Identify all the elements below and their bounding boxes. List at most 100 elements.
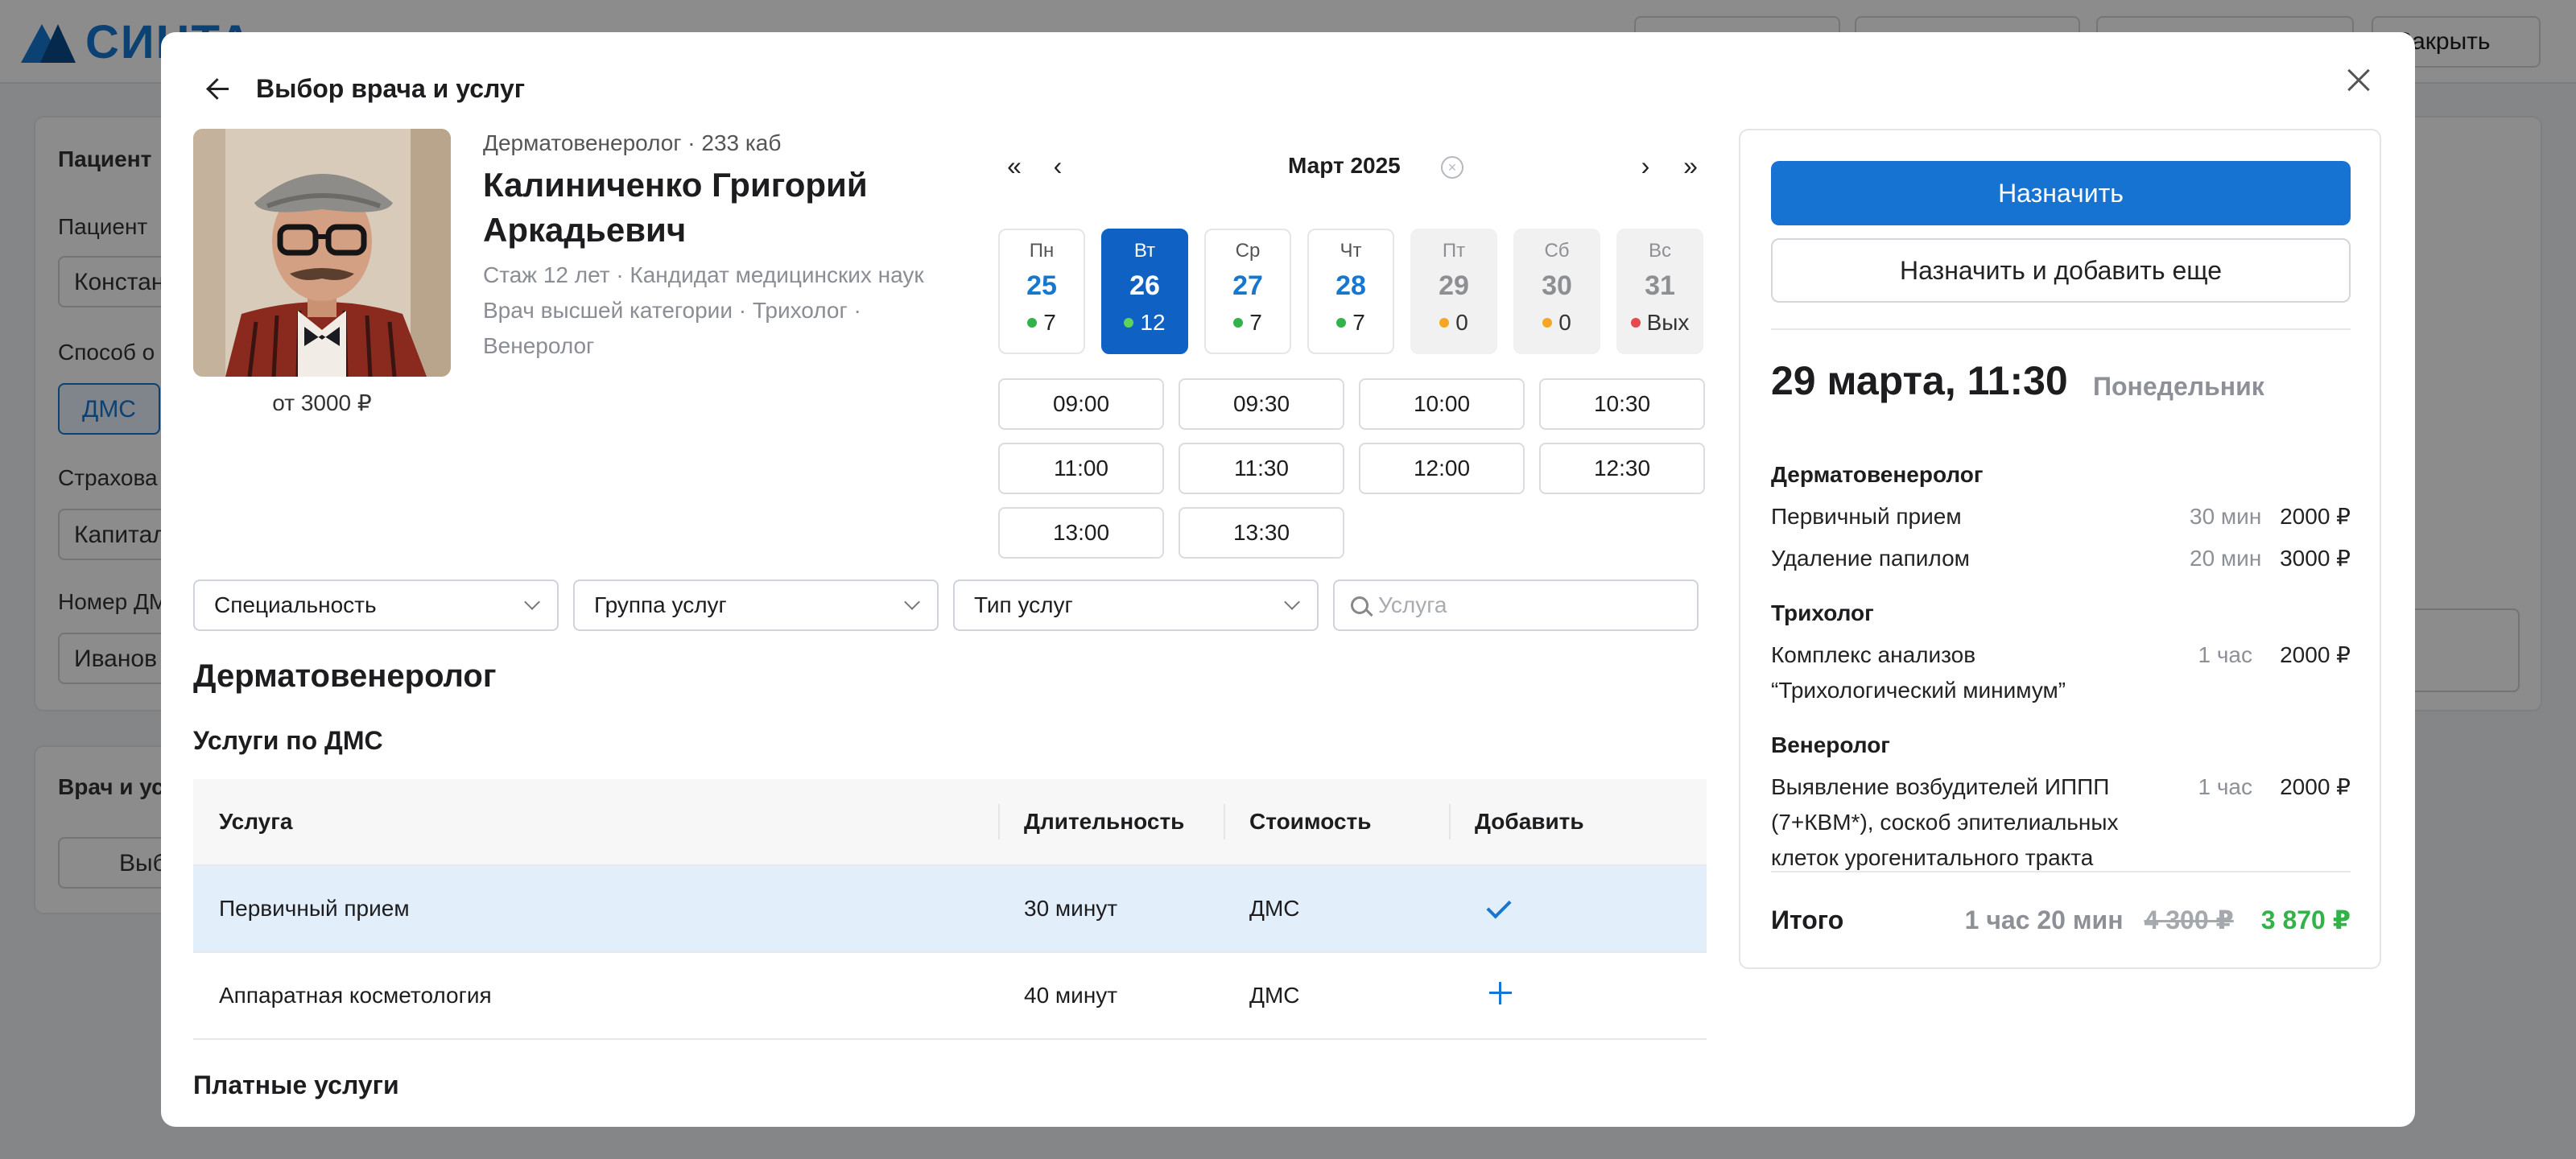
- service-search-input[interactable]: [1378, 592, 1668, 618]
- availability-dot-icon: [1233, 318, 1244, 328]
- table-row[interactable]: Первичный прием 30 минут ДМС: [193, 866, 1707, 953]
- service-group-select[interactable]: Группа услуг: [573, 580, 939, 631]
- time-slot[interactable]: 09:30: [1179, 378, 1344, 430]
- summary-group: Венеролог Выявление возбудителей ИППП (7…: [1771, 732, 2351, 882]
- day-name: Ср: [1235, 240, 1261, 262]
- paid-services-title: Платные услуги: [193, 1070, 399, 1099]
- summary-service: Первичный прием 30 мин 2000 ₽: [1771, 499, 2351, 534]
- clear-date-icon[interactable]: ×: [1441, 156, 1463, 179]
- doctor-service-modal: Выбор врача и услуг от 3000 ₽ Дерматовен…: [161, 32, 2415, 1127]
- day-slots-count: 0: [1558, 310, 1571, 335]
- doctor-meta: Стаж 12 лет · Кандидат медицинских наук …: [483, 258, 982, 364]
- calendar-day[interactable]: Пн 25 7: [998, 229, 1085, 354]
- time-slot[interactable]: 11:00: [998, 443, 1164, 494]
- search-icon: [1351, 596, 1368, 614]
- close-icon[interactable]: [2339, 61, 2378, 100]
- summary-service: Удаление папилом 20 мин 3000 ₽: [1771, 541, 2351, 576]
- table-header: Услуга Длительность Стоимость Добавить: [193, 779, 1707, 866]
- calendar-month: Март 2025: [1288, 153, 1401, 178]
- day-date: 30: [1542, 270, 1572, 301]
- time-slot[interactable]: 12:30: [1539, 443, 1705, 494]
- day-slots: 7: [1000, 310, 1084, 336]
- table-row[interactable]: Аппаратная косметология 40 минут ДМС: [193, 953, 1707, 1040]
- day-name: Сб: [1544, 240, 1570, 262]
- cell-cost: ДМС: [1249, 896, 1300, 921]
- day-slots: 7: [1206, 310, 1290, 336]
- first-page-icon[interactable]: «: [998, 150, 1030, 182]
- day-name: Вт: [1133, 240, 1156, 262]
- prev-week-icon[interactable]: ‹: [1042, 150, 1074, 182]
- summary-service-price: 2000 ₽: [2280, 774, 2351, 799]
- assign-and-add-button[interactable]: Назначить и добавить еще: [1771, 238, 2351, 303]
- plus-icon[interactable]: [1489, 981, 1512, 1004]
- time-slot[interactable]: 09:00: [998, 378, 1164, 430]
- day-date: 29: [1439, 270, 1469, 301]
- next-week-icon[interactable]: ›: [1629, 150, 1662, 182]
- assign-button[interactable]: Назначить: [1771, 161, 2351, 225]
- doctor-meta-line: Врач высшей категории · Трихолог ·: [483, 298, 861, 323]
- column-header-cost: Стоимость: [1224, 804, 1449, 839]
- calendar-day[interactable]: Вс 31 Вых: [1616, 229, 1703, 354]
- doctor-name: Калиниченко Григорий Аркадьевич: [483, 166, 868, 249]
- calendar-days: Пн 25 7 Вт 26 12 Ср 27 7 Чт 28 7 Пт 29 0 Сб 30 0 Вс 31 Вых: [998, 229, 1707, 354]
- day-slots-count: 0: [1455, 310, 1468, 335]
- availability-dot-icon: [1027, 318, 1038, 328]
- service-type-select[interactable]: Тип услуг: [953, 580, 1319, 631]
- time-slot[interactable]: 10:30: [1539, 378, 1705, 430]
- service-type-select-label: Тип услуг: [974, 592, 1073, 617]
- day-slots-count: Вых: [1646, 310, 1690, 335]
- column-header-label: Услуга: [219, 809, 293, 834]
- service-search[interactable]: [1333, 580, 1699, 631]
- doctor-specialty-room: Дерматовенеролог · 233 каб: [483, 130, 782, 155]
- day-slots-count: 7: [1043, 310, 1056, 335]
- availability-dot-icon: [1336, 318, 1347, 328]
- day-name: Пн: [1029, 240, 1055, 262]
- cell-service: Первичный прием: [219, 896, 410, 921]
- time-slot[interactable]: 13:00: [998, 507, 1164, 559]
- calendar-day[interactable]: Сб 30 0: [1513, 229, 1600, 354]
- check-icon[interactable]: [1486, 893, 1512, 919]
- specialty-select[interactable]: Специальность: [193, 580, 559, 631]
- total-old-price: 4 300 ₽: [2144, 905, 2234, 934]
- summary-group: Трихолог Комплекс анализов “Трихологичес…: [1771, 600, 2351, 715]
- service-group-select-label: Группа услуг: [594, 592, 727, 617]
- column-header-label: Стоимость: [1249, 809, 1372, 834]
- doctor-meta-line: Стаж 12 лет · Кандидат медицинских наук: [483, 262, 924, 287]
- day-date: 26: [1129, 270, 1160, 301]
- back-arrow-icon[interactable]: [201, 72, 233, 105]
- last-page-icon[interactable]: »: [1674, 150, 1707, 182]
- time-slot[interactable]: 12:00: [1359, 443, 1525, 494]
- cell-add: [1449, 893, 1707, 923]
- summary-group-title: Трихолог: [1771, 600, 1874, 625]
- time-slot[interactable]: 10:00: [1359, 378, 1525, 430]
- doctor-photo: [193, 129, 451, 377]
- cell-duration: 40 минут: [1024, 983, 1118, 1008]
- doctor-meta-line: Венеролог: [483, 333, 595, 358]
- divider: [1771, 871, 2351, 872]
- chevron-down-icon: [524, 594, 540, 610]
- time-slot[interactable]: 13:30: [1179, 507, 1344, 559]
- total-new-price: 3 870 ₽: [2260, 905, 2351, 934]
- calendar-day[interactable]: Чт 28 7: [1307, 229, 1394, 354]
- cell-service: Аппаратная косметология: [219, 983, 492, 1008]
- modal-title: Выбор врача и услуг: [256, 73, 526, 103]
- calendar-day[interactable]: Вт 26 12: [1101, 229, 1188, 354]
- cell-duration: 30 минут: [1024, 896, 1118, 921]
- summary-group-title: Венеролог: [1771, 732, 1890, 757]
- day-date: 28: [1335, 270, 1366, 301]
- section-title: Дерматовенеролог: [193, 658, 497, 694]
- summary-service-name: Комплекс анализов “Трихологический миним…: [1771, 642, 2066, 703]
- summary-service: Выявление возбудителей ИППП (7+КВМ*), со…: [1771, 769, 2351, 876]
- calendar-day[interactable]: Ср 27 7: [1204, 229, 1291, 354]
- calendar: « ‹ Март 2025 × › » Пн 25 7 Вт 26 12 Ср 27 7 Чт 28…: [998, 145, 1707, 559]
- summary-service-price: 2000 ₽: [2280, 504, 2351, 529]
- day-slots: 7: [1309, 310, 1393, 336]
- summary-group-title: Дерматовенеролог: [1771, 462, 1984, 487]
- calendar-day[interactable]: Пт 29 0: [1410, 229, 1497, 354]
- summary-service-name: Удаление папилом: [1771, 546, 1970, 571]
- day-date: 27: [1232, 270, 1263, 301]
- day-slots: Вых: [1618, 310, 1702, 336]
- time-slot[interactable]: 11:30: [1179, 443, 1344, 494]
- divider: [1771, 328, 2351, 330]
- summary-service-name: Выявление возбудителей ИППП (7+КВМ*), со…: [1771, 774, 2119, 870]
